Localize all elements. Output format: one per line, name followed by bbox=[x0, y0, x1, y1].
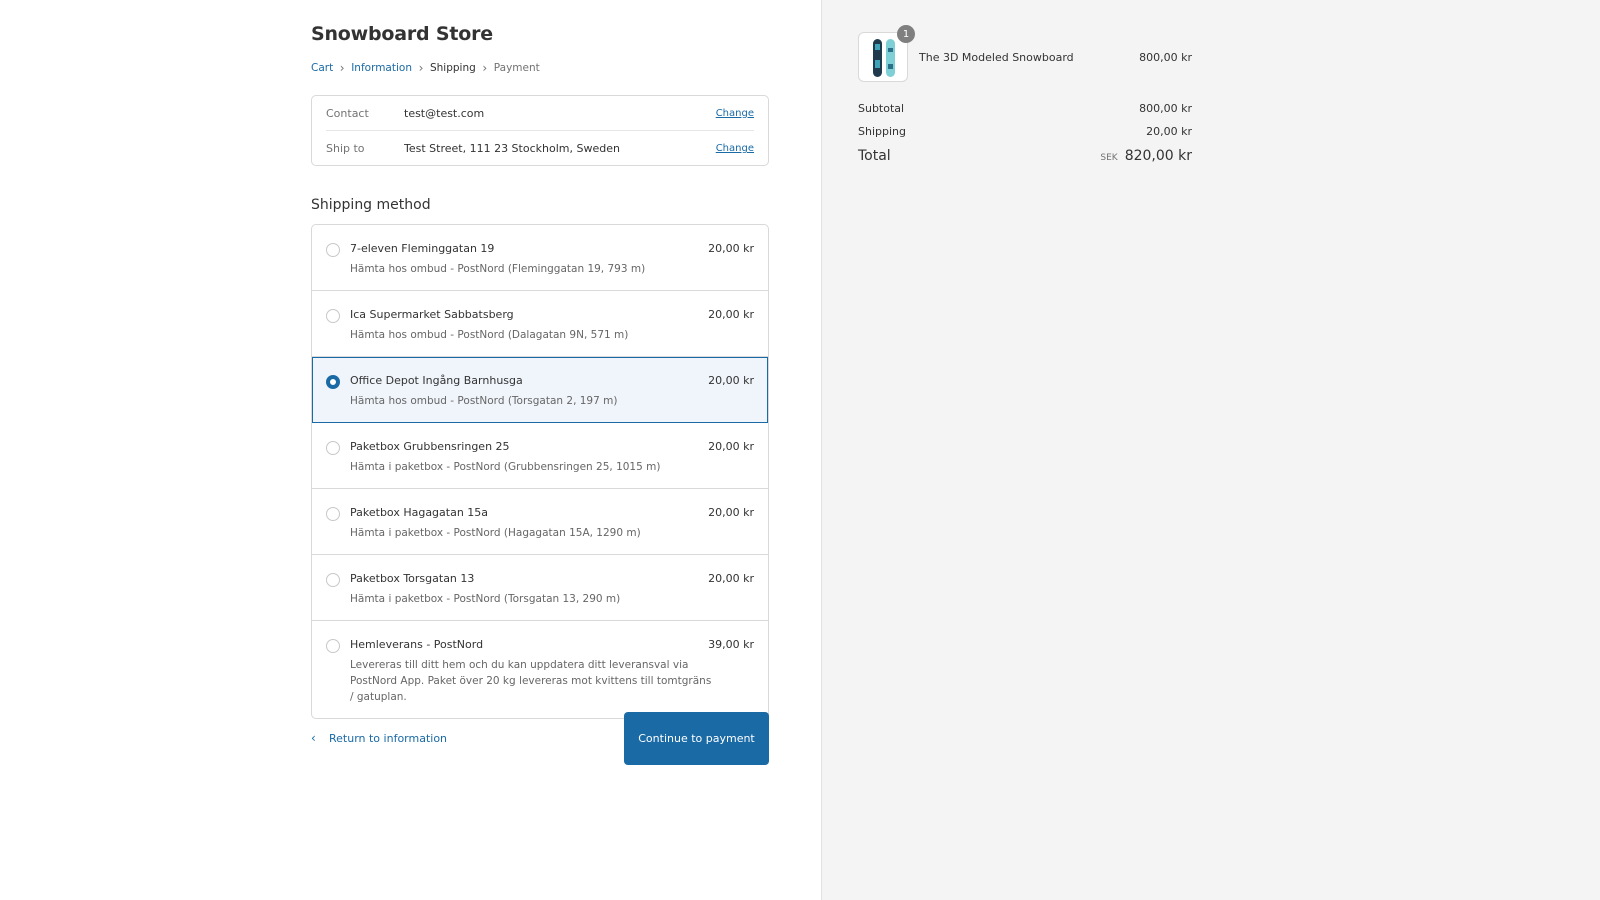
ship-to-row: Ship to Test Street, 111 23 Stockholm, S… bbox=[326, 131, 754, 166]
option-name: Ica Supermarket Sabbatsberg bbox=[350, 308, 514, 321]
shipping-value: 20,00 kr bbox=[1146, 125, 1192, 138]
shipping-option-paketbox-grubbensringen[interactable]: Paketbox Grubbensringen 25 20,00 kr Hämt… bbox=[312, 423, 768, 489]
option-price: 20,00 kr bbox=[708, 506, 754, 519]
product-price: 800,00 kr bbox=[1139, 50, 1192, 64]
option-name: Paketbox Torsgatan 13 bbox=[350, 572, 475, 585]
radio-button[interactable] bbox=[326, 507, 340, 521]
option-price: 20,00 kr bbox=[708, 440, 754, 453]
continue-to-payment-button[interactable]: Continue to payment bbox=[624, 712, 769, 765]
shipping-option-paketbox-torsgatan[interactable]: Paketbox Torsgatan 13 20,00 kr Hämta i p… bbox=[312, 555, 768, 621]
chevron-right-icon: › bbox=[482, 61, 488, 75]
radio-button-checked[interactable] bbox=[326, 375, 340, 389]
ship-to-value: Test Street, 111 23 Stockholm, Sweden bbox=[404, 142, 620, 155]
currency-code: SEK bbox=[1100, 153, 1118, 163]
option-price: 20,00 kr bbox=[708, 242, 754, 255]
product-name: The 3D Modeled Snowboard bbox=[919, 50, 1074, 64]
shipping-method-list: 7-eleven Fleminggatan 19 20,00 kr Hämta … bbox=[311, 224, 769, 719]
shipping-option-office-depot[interactable]: Office Depot Ingång Barnhusga 20,00 kr H… bbox=[312, 357, 768, 423]
subtotal-row: Subtotal 800,00 kr bbox=[858, 102, 1192, 115]
shipping-method-title: Shipping method bbox=[311, 197, 431, 213]
radio-button[interactable] bbox=[326, 573, 340, 587]
option-price: 20,00 kr bbox=[708, 572, 754, 585]
option-description: Hämta hos ombud - PostNord (Torsgatan 2,… bbox=[350, 395, 618, 407]
total-amount-group: SEK 820,00 kr bbox=[1100, 148, 1192, 164]
breadcrumb-cart[interactable]: Cart bbox=[311, 62, 333, 74]
option-description: Levereras till ditt hem och du kan uppda… bbox=[350, 659, 712, 703]
shipping-row: Shipping 20,00 kr bbox=[858, 125, 1192, 138]
product-thumbnail: 1 bbox=[858, 25, 915, 82]
total-row: Total SEK 820,00 kr bbox=[858, 148, 1192, 164]
contact-row: Contact test@test.com Change bbox=[326, 96, 754, 131]
contact-value: test@test.com bbox=[404, 106, 485, 120]
radio-button[interactable] bbox=[326, 243, 340, 257]
cart-line-item: 1 The 3D Modeled Snowboard 800,00 kr bbox=[858, 25, 1192, 82]
breadcrumb-shipping: Shipping bbox=[429, 62, 476, 74]
subtotal-label: Subtotal bbox=[858, 102, 905, 115]
total-label: Total bbox=[858, 148, 891, 164]
option-description: Hämta i paketbox - PostNord (Hagagatan 1… bbox=[350, 527, 641, 539]
radio-button[interactable] bbox=[326, 639, 340, 653]
shipping-option-hemleverans[interactable]: Hemleverans - PostNord 39,00 kr Leverera… bbox=[312, 621, 768, 718]
option-description: Hämta i paketbox - PostNord (Grubbensrin… bbox=[350, 461, 661, 473]
shipping-option-7-eleven[interactable]: 7-eleven Fleminggatan 19 20,00 kr Hämta … bbox=[312, 225, 768, 291]
return-to-information-link[interactable]: ‹ Return to information bbox=[311, 731, 447, 745]
review-box: Contact test@test.com Change Ship to Tes… bbox=[311, 95, 769, 166]
return-link-label: Return to information bbox=[329, 731, 448, 745]
radio-button[interactable] bbox=[326, 441, 340, 455]
chevron-left-icon: ‹ bbox=[311, 731, 316, 745]
option-name: Office Depot Ingång Barnhusga bbox=[350, 374, 523, 387]
option-name: 7-eleven Fleminggatan 19 bbox=[350, 242, 495, 255]
breadcrumb-payment: Payment bbox=[493, 62, 540, 74]
change-contact-link[interactable]: Change bbox=[716, 108, 754, 119]
option-price: 20,00 kr bbox=[708, 374, 754, 387]
shipping-option-ica[interactable]: Ica Supermarket Sabbatsberg 20,00 kr Häm… bbox=[312, 291, 768, 357]
snowboard-image bbox=[873, 39, 895, 77]
shipping-label: Shipping bbox=[858, 125, 906, 138]
store-title[interactable]: Snowboard Store bbox=[311, 23, 493, 45]
breadcrumb: Cart › Information › Shipping › Payment bbox=[311, 61, 540, 75]
subtotal-value: 800,00 kr bbox=[1139, 102, 1192, 115]
option-name: Paketbox Hagagatan 15a bbox=[350, 506, 489, 519]
option-description: Hämta hos ombud - PostNord (Dalagatan 9N… bbox=[350, 329, 629, 341]
chevron-right-icon: › bbox=[339, 61, 345, 75]
shipping-option-paketbox-hagagatan[interactable]: Paketbox Hagagatan 15a 20,00 kr Hämta i … bbox=[312, 489, 768, 555]
option-description: Hämta hos ombud - PostNord (Fleminggatan… bbox=[350, 263, 646, 275]
option-description: Hämta i paketbox - PostNord (Torsgatan 1… bbox=[350, 593, 621, 605]
option-name: Paketbox Grubbensringen 25 bbox=[350, 440, 510, 453]
contact-label: Contact bbox=[326, 106, 369, 120]
option-price: 20,00 kr bbox=[708, 308, 754, 321]
quantity-badge: 1 bbox=[897, 25, 915, 43]
total-value: 820,00 kr bbox=[1124, 148, 1192, 164]
option-name: Hemleverans - PostNord bbox=[350, 638, 484, 651]
ship-to-label: Ship to bbox=[326, 142, 365, 155]
breadcrumb-information[interactable]: Information bbox=[351, 62, 412, 74]
radio-button[interactable] bbox=[326, 309, 340, 323]
chevron-right-icon: › bbox=[418, 61, 424, 75]
change-ship-to-link[interactable]: Change bbox=[716, 143, 754, 154]
option-price: 39,00 kr bbox=[708, 638, 754, 651]
